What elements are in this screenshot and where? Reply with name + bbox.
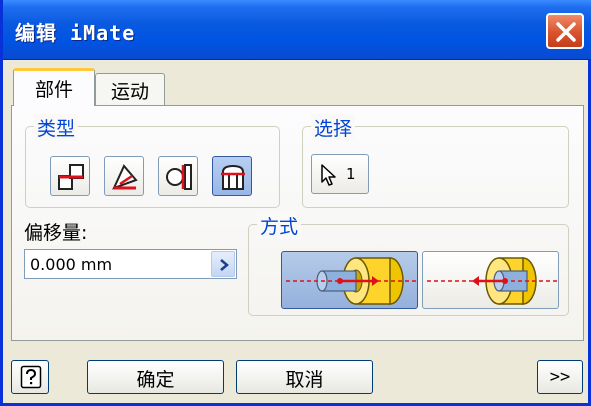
mode-group-label: 方式 — [257, 212, 302, 239]
cursor-arrow-icon — [321, 164, 336, 186]
selection-count: 1 — [346, 165, 356, 183]
mate-icon — [58, 164, 84, 190]
imate-dialog: 编辑 iMate 部件 运动 类型 选择 1 偏移量: 0.000 mm 方式 … — [0, 0, 591, 406]
expand-button[interactable]: >> — [537, 360, 583, 394]
type-angle-button[interactable] — [104, 156, 144, 196]
offset-expand-button[interactable] — [211, 251, 235, 277]
offset-value: 0.000 mm — [30, 255, 113, 274]
title-bar[interactable]: 编辑 iMate — [3, 0, 591, 60]
insert-icon — [221, 164, 245, 190]
offset-field[interactable]: 0.000 mm — [24, 249, 237, 279]
select-group-label: 选择 — [311, 114, 356, 141]
angle-icon — [112, 164, 138, 190]
ok-button[interactable]: 确定 — [87, 360, 224, 394]
tab-parts[interactable]: 部件 — [13, 68, 95, 106]
close-icon — [556, 22, 576, 42]
tab-panel: 类型 选择 1 偏移量: 0.000 mm 方式 — [11, 105, 584, 341]
tab-motion[interactable]: 运动 — [95, 73, 165, 106]
offset-label: 偏移量: — [24, 222, 88, 244]
mode-group: 方式 — [248, 212, 569, 316]
mode-aligned-button[interactable] — [422, 251, 559, 309]
type-group: 类型 — [25, 114, 280, 208]
chevron-right-icon — [220, 259, 229, 271]
tangent-icon — [166, 164, 192, 190]
cancel-button[interactable]: 取消 — [236, 360, 373, 394]
help-icon — [20, 365, 42, 389]
close-button[interactable] — [546, 13, 584, 49]
opposed-insert-icon — [286, 257, 416, 305]
type-tangent-button[interactable] — [158, 156, 198, 196]
select-group: 选择 1 — [302, 114, 569, 208]
type-insert-button[interactable] — [212, 156, 252, 196]
select-button[interactable]: 1 — [311, 154, 369, 194]
type-mate-button[interactable] — [50, 156, 90, 196]
window-title: 编辑 iMate — [15, 21, 136, 45]
type-group-label: 类型 — [34, 114, 79, 141]
mode-opposed-button[interactable] — [281, 251, 418, 309]
aligned-insert-icon — [427, 257, 557, 305]
help-button[interactable] — [11, 360, 49, 394]
